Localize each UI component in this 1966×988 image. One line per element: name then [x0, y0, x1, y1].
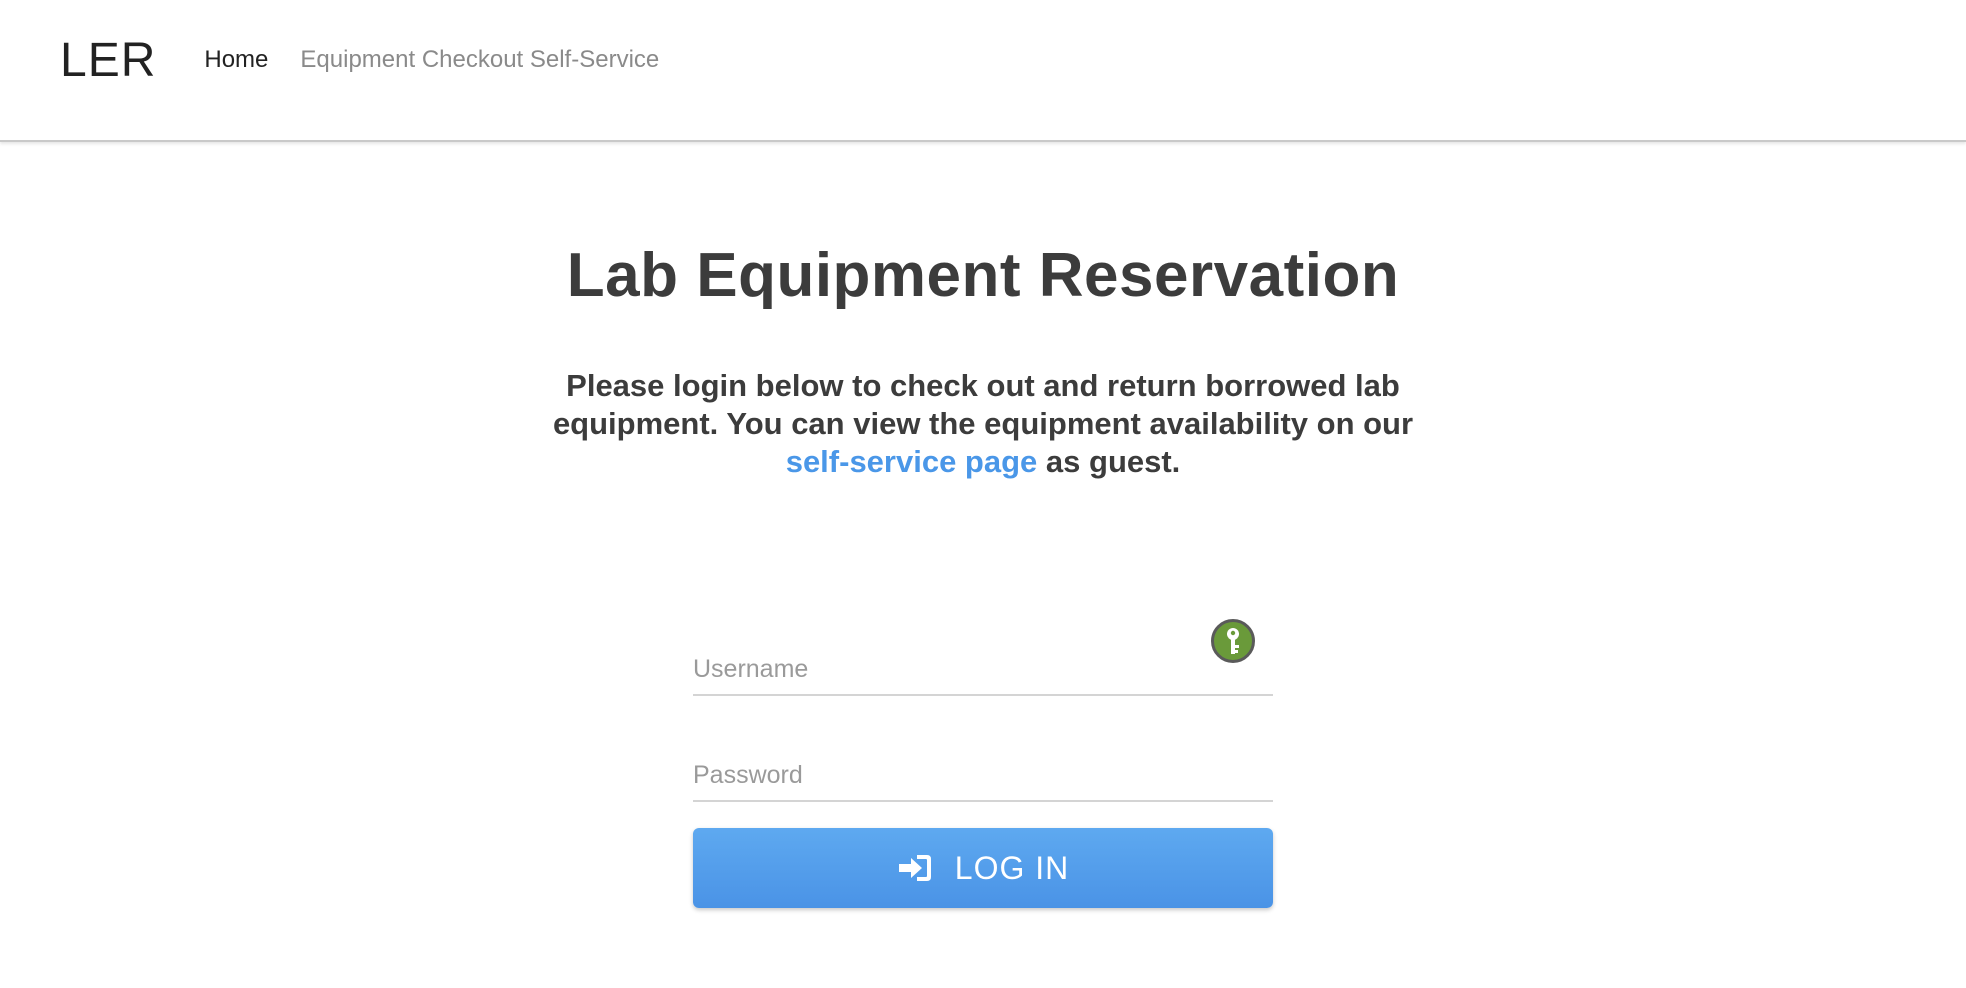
login-form: LOG IN	[693, 616, 1273, 908]
self-service-link[interactable]: self-service page	[786, 444, 1038, 479]
brand-logo[interactable]: LER	[60, 33, 156, 88]
intro-text-before: Please login below to check out and retu…	[552, 368, 1414, 441]
password-input[interactable]	[693, 732, 1273, 790]
login-button-label: LOG IN	[954, 849, 1070, 886]
password-field-wrapper	[693, 722, 1273, 802]
nav-links: Home Equipment Checkout Self-Service	[204, 46, 659, 74]
main-content: Lab Equipment Reservation Please login b…	[0, 142, 1966, 908]
nav-link-home[interactable]: Home	[204, 46, 268, 74]
intro-text-after: as guest.	[1037, 444, 1181, 479]
username-input[interactable]	[693, 626, 1273, 684]
top-navbar: LER Home Equipment Checkout Self-Service	[0, 0, 1966, 142]
sign-in-icon	[897, 853, 933, 883]
intro-text: Please login below to check out and retu…	[543, 367, 1423, 481]
login-button[interactable]: LOG IN	[693, 828, 1273, 908]
page-title: Lab Equipment Reservation	[566, 241, 1400, 310]
keepass-key-icon[interactable]	[1211, 619, 1255, 663]
key-glyph-icon	[1227, 628, 1239, 654]
username-field-wrapper	[693, 616, 1273, 696]
nav-link-equipment-checkout[interactable]: Equipment Checkout Self-Service	[300, 46, 659, 74]
